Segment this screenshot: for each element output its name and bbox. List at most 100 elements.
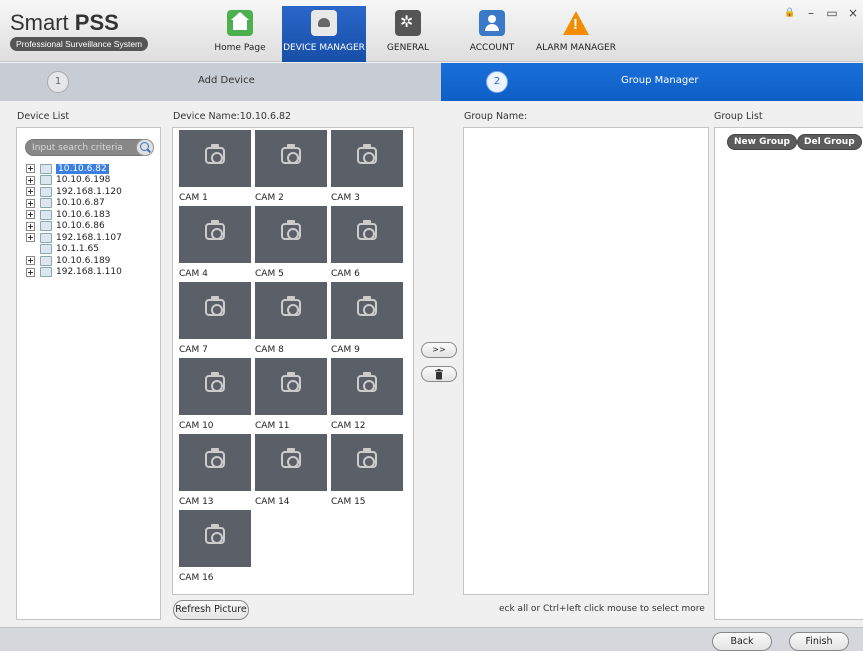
device-tree-label: 10.10.6.86: [56, 221, 105, 232]
close-icon[interactable]: ×: [847, 6, 859, 20]
camera-thumbnail: [255, 206, 327, 263]
camera-channel-tile[interactable]: CAM 1: [179, 130, 251, 206]
search-icon[interactable]: [136, 139, 154, 156]
group-members-panel[interactable]: [463, 127, 709, 595]
device-tree-item[interactable]: 10.10.6.82: [26, 163, 122, 175]
device-tree-label: 192.168.1.107: [56, 232, 122, 243]
camera-channel-tile[interactable]: CAM 4: [179, 206, 251, 282]
nav-alarm-manager[interactable]: ALARM MANAGER: [534, 6, 618, 62]
camera-label: CAM 9: [331, 345, 360, 355]
camera-channel-tile[interactable]: CAM 7: [179, 282, 251, 358]
nav-device-manager[interactable]: DEVICE MANAGER: [282, 6, 366, 62]
settings-gears-icon: [395, 10, 421, 36]
camera-channel-tile[interactable]: CAM 14: [255, 434, 327, 510]
camera-thumbnail: [179, 358, 251, 415]
camera-label: CAM 2: [255, 193, 284, 203]
camera-channel-tile[interactable]: CAM 8: [255, 282, 327, 358]
device-icon: [40, 221, 52, 232]
expand-plus-icon[interactable]: [26, 175, 35, 185]
device-tree-item[interactable]: 10.10.6.198: [26, 175, 122, 187]
search-box: [25, 139, 154, 156]
app-logo: Smart PSS Professional Surveillance Syst…: [10, 10, 149, 51]
camera-channel-tile[interactable]: CAM 6: [331, 206, 403, 282]
camera-channel-tile[interactable]: CAM 11: [255, 358, 327, 434]
lock-icon[interactable]: 🔒: [784, 6, 796, 20]
device-icon: [40, 175, 52, 186]
expand-plus-icon[interactable]: [26, 221, 35, 231]
remove-from-group-button[interactable]: [421, 366, 457, 382]
refresh-picture-button[interactable]: Refresh Picture: [173, 600, 249, 620]
camera-channel-tile[interactable]: CAM 15: [331, 434, 403, 510]
camera-channel-tile[interactable]: CAM 10: [179, 358, 251, 434]
step-group-manager[interactable]: 2 Group Manager: [441, 63, 863, 101]
app-name-regular: Smart: [10, 10, 75, 35]
nav-account[interactable]: ACCOUNT: [450, 6, 534, 62]
new-group-button[interactable]: New Group: [727, 134, 797, 150]
camera-icon: [205, 220, 225, 240]
wizard-steps: 1 Add Device 2 Group Manager: [0, 63, 863, 101]
camera-icon: [281, 144, 301, 164]
step-label: Add Device: [198, 75, 255, 86]
nav-home-page[interactable]: Home Page: [198, 6, 282, 62]
device-tree-item[interactable]: 10.10.6.189: [26, 255, 122, 267]
group-list-title: Group List: [714, 111, 763, 122]
camera-icon: [281, 296, 301, 316]
maximize-icon[interactable]: ▭: [826, 6, 838, 20]
device-tree-label: 192.168.1.120: [56, 186, 122, 197]
camera-thumbnail: [331, 434, 403, 491]
device-icon: [40, 198, 52, 209]
camera-channel-tile[interactable]: CAM 2: [255, 130, 327, 206]
camera-icon: [357, 144, 377, 164]
del-group-button[interactable]: Del Group: [797, 134, 862, 150]
expand-plus-icon[interactable]: [26, 187, 35, 197]
camera-label: CAM 3: [331, 193, 360, 203]
camera-label: CAM 6: [331, 269, 360, 279]
camera-thumbnail: [255, 358, 327, 415]
back-button[interactable]: Back: [712, 632, 772, 651]
step-add-device[interactable]: 1 Add Device: [0, 63, 441, 101]
search-input[interactable]: [32, 141, 132, 155]
finish-button[interactable]: Finish: [789, 632, 849, 651]
device-tree-item[interactable]: 192.168.1.120: [26, 186, 122, 198]
device-tree-item[interactable]: 10.10.6.86: [26, 221, 122, 233]
expand-plus-icon[interactable]: [26, 198, 35, 208]
minimize-icon[interactable]: –: [805, 6, 817, 20]
camera-channel-tile[interactable]: CAM 16: [179, 510, 251, 586]
camera-icon: [205, 144, 225, 164]
expand-plus-icon[interactable]: [26, 210, 35, 220]
app-name-bold: PSS: [74, 10, 119, 35]
camera-label: CAM 14: [255, 497, 290, 507]
device-tree-item[interactable]: 10.10.6.183: [26, 209, 122, 221]
footer-bar: Back Finish: [0, 627, 863, 651]
window-controls: 🔒 – ▭ ×: [784, 6, 859, 20]
camera-icon: [281, 372, 301, 392]
camera-thumbnail: [179, 434, 251, 491]
camera-thumbnail: [255, 434, 327, 491]
device-icon: [40, 186, 52, 197]
camera-channel-tile[interactable]: CAM 12: [331, 358, 403, 434]
camera-channel-tile[interactable]: CAM 13: [179, 434, 251, 510]
camera-label: CAM 11: [255, 421, 290, 431]
camera-channel-tile[interactable]: CAM 9: [331, 282, 403, 358]
device-tree-item[interactable]: 10.10.6.87: [26, 198, 122, 210]
camera-icon: [357, 448, 377, 468]
camera-icon: [205, 372, 225, 392]
expand-plus-icon[interactable]: [26, 267, 35, 277]
camera-icon: [281, 448, 301, 468]
camera-icon: [281, 220, 301, 240]
camera-channel-tile[interactable]: CAM 5: [255, 206, 327, 282]
device-tree-item[interactable]: 10.1.1.65: [26, 244, 122, 256]
device-tree-item[interactable]: 192.168.1.107: [26, 232, 122, 244]
trash-icon: [435, 369, 443, 380]
expand-plus-icon[interactable]: [26, 233, 35, 243]
camera-label: CAM 12: [331, 421, 366, 431]
step-number: 2: [486, 71, 508, 93]
expand-plus-icon[interactable]: [26, 164, 35, 174]
nav-general[interactable]: GENERAL: [366, 6, 450, 62]
add-to-group-button[interactable]: >>: [421, 342, 457, 358]
camera-channel-tile[interactable]: CAM 3: [331, 130, 403, 206]
device-tree-item[interactable]: 192.168.1.110: [26, 267, 122, 279]
device-icon: [40, 255, 52, 266]
step-label: Group Manager: [621, 75, 699, 86]
expand-plus-icon[interactable]: [26, 256, 35, 266]
